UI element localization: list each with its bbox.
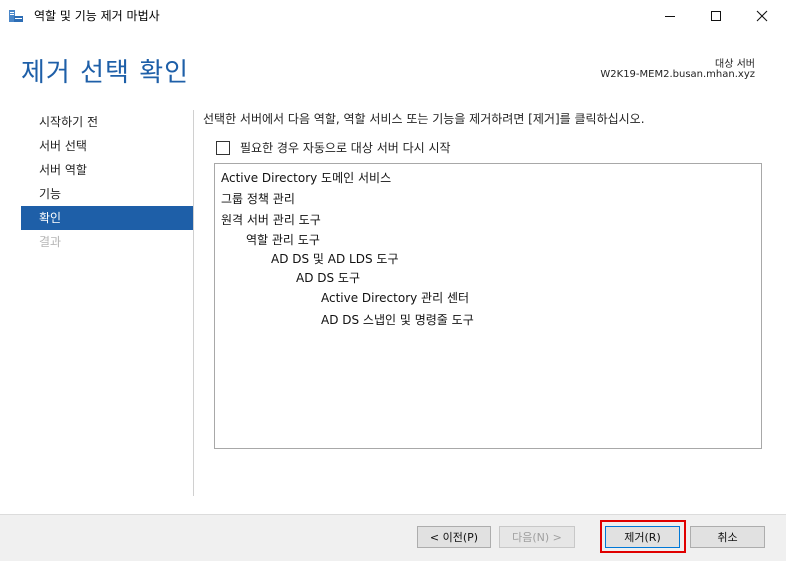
maximize-icon [711,11,721,21]
nav-step-confirmation[interactable]: 확인 [21,206,193,230]
instruction-text: 선택한 서버에서 다음 역할, 역할 서비스 또는 기능을 제거하려면 [제거]… [203,112,645,126]
minimize-button[interactable] [647,0,693,32]
list-item: AD DS 및 AD LDS 도구 [271,252,399,266]
window-title: 역할 및 기능 제거 마법사 [34,9,160,23]
restart-checkbox[interactable] [216,140,230,155]
title-bar: 역할 및 기능 제거 마법사 [0,0,786,32]
nav-step-before-you-begin[interactable]: 시작하기 전 [21,110,193,134]
sidebar-divider [193,110,194,496]
destination-server-name: W2K19-MEM2.busan.mhan.xyz [600,69,755,80]
previous-button[interactable]: < 이전(P) [417,526,491,548]
destination-server-label: 대상 서버 [715,59,755,70]
nav-step-results: 결과 [39,235,62,249]
list-item: AD DS 스냅인 및 명령줄 도구 [321,313,474,327]
close-button[interactable] [739,0,785,32]
restart-option[interactable]: 필요한 경우 자동으로 대상 서버 다시 시작 [216,139,451,156]
nav-step-features[interactable]: 기능 [21,182,193,206]
server-manager-icon [9,10,23,22]
list-item: Active Directory 도메인 서비스 [221,171,392,185]
minimize-icon [665,16,675,17]
nav-step-server-roles[interactable]: 서버 역할 [21,158,193,182]
wizard-steps-nav: 시작하기 전 서버 선택 서버 역할 기능 확인 결과 [21,110,193,254]
restart-checkbox-label[interactable]: 필요한 경우 자동으로 대상 서버 다시 시작 [240,139,451,156]
next-button: 다음(N) > [499,526,575,548]
maximize-button[interactable] [693,0,739,32]
remove-button-highlight [600,520,686,553]
list-item: Active Directory 관리 센터 [321,291,470,305]
list-item: AD DS 도구 [296,271,361,285]
removal-items-list[interactable]: Active Directory 도메인 서비스 그룹 정책 관리 원격 서버 … [214,163,762,449]
list-item: 그룹 정책 관리 [221,192,295,206]
list-item: 역할 관리 도구 [246,233,320,247]
list-item: 원격 서버 관리 도구 [221,213,321,227]
close-icon [756,10,768,22]
cancel-button[interactable]: 취소 [690,526,765,548]
nav-step-server-selection[interactable]: 서버 선택 [21,134,193,158]
page-title: 제거 선택 확인 [21,58,190,88]
